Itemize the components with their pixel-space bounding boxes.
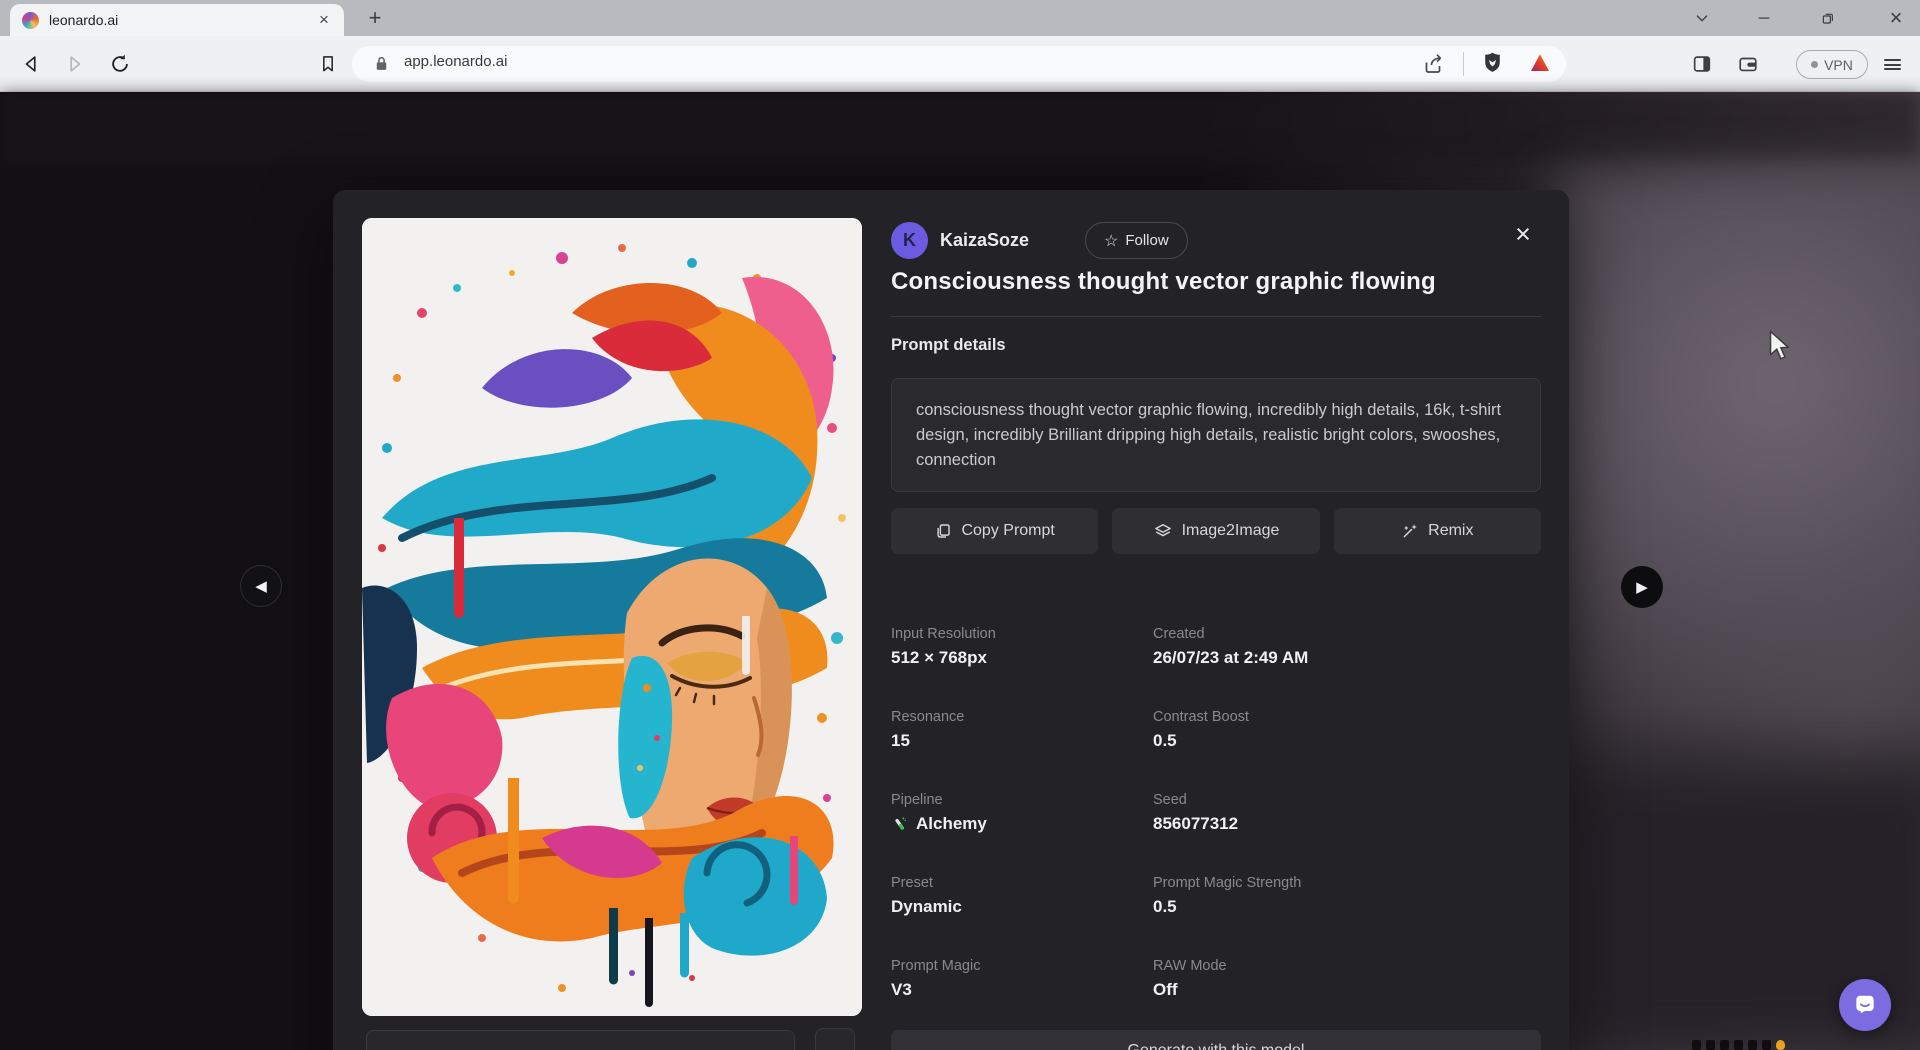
chat-bubble-icon xyxy=(1852,992,1878,1018)
detail-input-resolution: Input Resolution 512 × 768px xyxy=(891,626,1153,673)
menu-hamburger-icon[interactable] xyxy=(1884,57,1901,73)
copy-icon xyxy=(934,522,952,540)
detail-prompt-magic: Prompt Magic V3 xyxy=(891,958,1153,1005)
url-text[interactable]: app.leonardo.ai xyxy=(404,53,507,70)
reload-button[interactable] xyxy=(102,46,138,82)
divider xyxy=(891,316,1541,317)
tab-search-chevron-icon[interactable] xyxy=(1682,0,1722,36)
share-icon[interactable] xyxy=(1422,52,1446,81)
image-title: Consciousness thought vector graphic flo… xyxy=(891,268,1551,296)
partial-model-box[interactable] xyxy=(366,1030,795,1050)
previous-image-button[interactable]: ◀ xyxy=(240,565,282,607)
remix-button[interactable]: Remix xyxy=(1334,508,1541,554)
detail-created: Created 26/07/23 at 2:49 AM xyxy=(1153,626,1541,673)
detail-contrast-boost: Contrast Boost 0.5 xyxy=(1153,709,1541,756)
details-grid: Input Resolution 512 × 768px Created 26/… xyxy=(891,626,1541,1005)
sidebar-icon[interactable] xyxy=(1684,46,1720,82)
address-bar[interactable] xyxy=(352,46,1566,82)
tab-strip: leonardo.ai × + × xyxy=(0,0,1920,36)
prompt-details-heading: Prompt details xyxy=(891,336,1006,355)
window-restore-button[interactable] xyxy=(1808,0,1848,36)
leonardo-favicon-icon xyxy=(22,12,39,29)
detail-seed: Seed 856077312 xyxy=(1153,792,1541,839)
address-bar-divider xyxy=(1463,52,1464,76)
image2image-button[interactable]: Image2Image xyxy=(1112,508,1319,554)
window-minimize-button[interactable] xyxy=(1744,0,1784,36)
left-arrow-icon: ◀ xyxy=(255,577,267,595)
partial-watermark xyxy=(1692,1040,1812,1050)
tab-title: leonardo.ai xyxy=(49,12,314,28)
detail-prompt-magic-strength: Prompt Magic Strength 0.5 xyxy=(1153,875,1541,922)
detail-resonance: Resonance 15 xyxy=(891,709,1153,756)
vpn-button[interactable]: VPN xyxy=(1796,50,1868,79)
detail-pipeline: Pipeline Alchemy xyxy=(891,792,1153,839)
lock-icon[interactable] xyxy=(372,54,391,78)
image-detail-modal: K KaizaSoze ☆ Follow × Consciousness tho… xyxy=(333,190,1569,1050)
vpn-status-dot-icon xyxy=(1811,61,1818,68)
back-button[interactable] xyxy=(14,46,50,82)
support-chat-button[interactable] xyxy=(1839,979,1891,1031)
window-close-button[interactable]: × xyxy=(1876,0,1916,36)
username[interactable]: KaizaSoze xyxy=(940,230,1029,251)
copy-prompt-button[interactable]: Copy Prompt xyxy=(891,508,1098,554)
star-icon: ☆ xyxy=(1104,231,1118,251)
partial-square-button[interactable] xyxy=(815,1028,855,1050)
prompt-text-box[interactable]: consciousness thought vector graphic flo… xyxy=(891,378,1541,492)
background-blur-blob xyxy=(1555,170,1920,730)
vpn-label: VPN xyxy=(1824,57,1853,73)
right-arrow-icon: ▶ xyxy=(1636,578,1648,596)
action-button-row: Copy Prompt Image2Image Remix xyxy=(891,508,1541,554)
user-avatar[interactable]: K xyxy=(891,222,928,259)
generated-image[interactable] xyxy=(362,218,862,1016)
tab-close-icon[interactable]: × xyxy=(314,10,334,30)
next-image-button[interactable]: ▶ xyxy=(1621,566,1663,608)
background-header-blur xyxy=(0,92,1920,162)
screen: leonardo.ai × + × app.leonardo.ai xyxy=(0,0,1920,1050)
browser-tab[interactable]: leonardo.ai × xyxy=(10,4,344,36)
forward-button[interactable] xyxy=(56,46,92,82)
wand-icon xyxy=(1401,522,1419,540)
follow-label: Follow xyxy=(1125,232,1168,249)
mouse-cursor-icon xyxy=(1768,330,1792,362)
bookmark-icon[interactable] xyxy=(310,46,346,82)
layers-icon xyxy=(1153,521,1173,541)
detail-raw-mode: RAW Mode Off xyxy=(1153,958,1541,1005)
artwork-image xyxy=(362,218,862,1016)
generate-with-model-button[interactable]: Generate with this model xyxy=(891,1030,1541,1050)
brave-shield-icon[interactable] xyxy=(1480,50,1505,80)
modal-close-icon[interactable]: × xyxy=(1505,216,1541,252)
follow-button[interactable]: ☆ Follow xyxy=(1085,222,1188,259)
detail-preset: Preset Dynamic xyxy=(891,875,1153,922)
new-tab-button[interactable]: + xyxy=(360,3,390,33)
test-tube-icon xyxy=(891,815,909,833)
wallet-icon[interactable] xyxy=(1730,46,1766,82)
brave-rewards-triangle-icon[interactable] xyxy=(1528,51,1552,80)
